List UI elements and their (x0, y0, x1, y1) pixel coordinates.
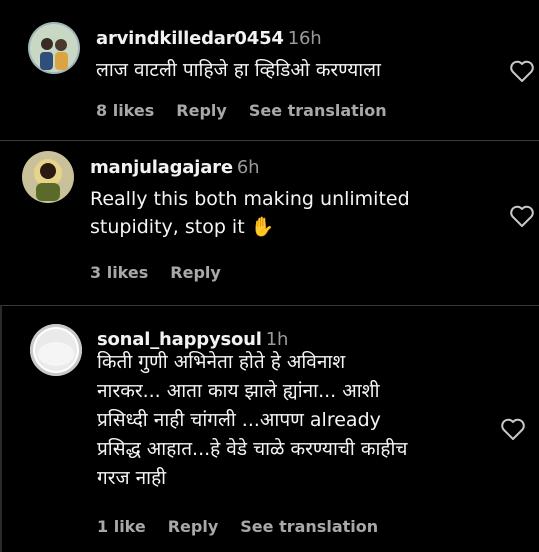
comment-text: Really this both making unlimited stupid… (90, 188, 410, 238)
reply-button[interactable]: Reply (168, 517, 219, 536)
likes-count[interactable]: 1 like (97, 517, 146, 536)
avatar[interactable] (22, 151, 74, 203)
comment-actions: 1 like Reply See translation (97, 517, 378, 536)
heart-outline-icon[interactable] (509, 59, 535, 83)
comment-time: 1h (265, 329, 289, 350)
comment-username[interactable]: manjulagajare 6h (90, 157, 260, 178)
comment-actions: 3 likes Reply (90, 263, 221, 282)
username-text[interactable]: arvindkilledar0454 (96, 28, 284, 49)
heart-outline-icon[interactable] (500, 417, 526, 441)
comment-text: किती गुणी अभिनेता होते हे अविनाश नारकर..… (97, 351, 408, 489)
heart-outline-icon[interactable] (509, 204, 535, 228)
username-text[interactable]: manjulagajare (90, 157, 233, 178)
username-text[interactable]: sonal_happysoul (97, 329, 262, 350)
likes-count[interactable]: 3 likes (90, 263, 148, 282)
comment-username[interactable]: arvindkilledar0454 16h (96, 28, 322, 49)
likes-count[interactable]: 8 likes (96, 101, 154, 120)
reply-button[interactable]: Reply (170, 263, 221, 282)
comment-time: 16h (287, 28, 322, 49)
comment-username[interactable]: sonal_happysoul 1h (97, 329, 288, 350)
default-avatar-icon[interactable] (30, 324, 82, 376)
comment-text: लाज वाटली पाहिजे हा व्हिडिओ करण्याला (96, 59, 381, 81)
comment-actions: 8 likes Reply See translation (96, 101, 387, 120)
comment-1: arvindkilledar0454 16h लाज वाटली पाहिजे ह… (0, 0, 539, 140)
see-translation-link[interactable]: See translation (249, 101, 387, 120)
comment-2: manjulagajare 6h Really this both making … (0, 141, 539, 305)
comment-time: 6h (236, 157, 260, 178)
see-translation-link[interactable]: See translation (240, 517, 378, 536)
comment-3: sonal_happysoul 1h किती गुणी अभिनेता होते… (0, 306, 539, 552)
avatar[interactable] (28, 22, 80, 74)
reply-button[interactable]: Reply (176, 101, 227, 120)
